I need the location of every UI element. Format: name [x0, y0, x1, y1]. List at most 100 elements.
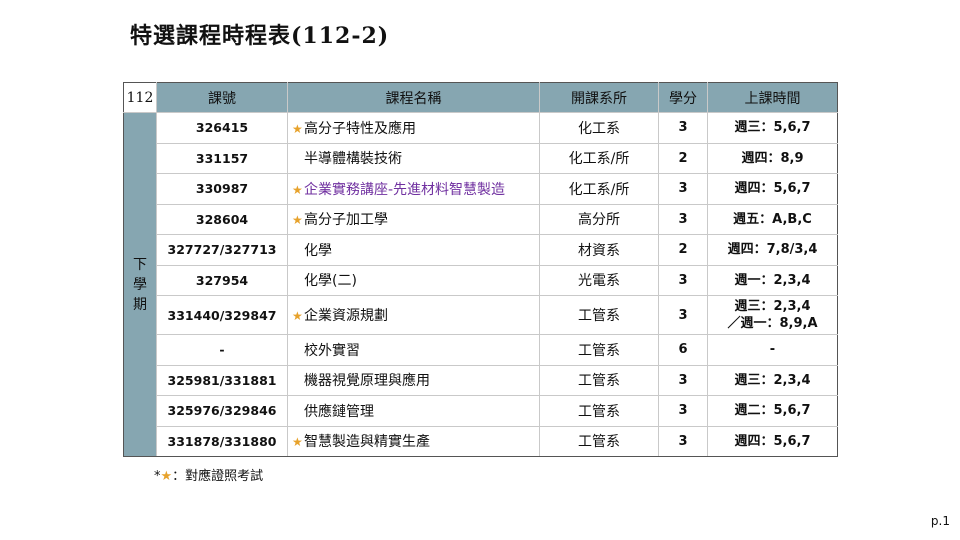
- class-time: 週三：2,3,4: [707, 364, 838, 396]
- course-credits: 2: [658, 234, 708, 266]
- table-row: 325976/329846★供應鏈管理工管系3 週二：5,6,7: [124, 395, 838, 427]
- course-department: 工管系: [539, 334, 659, 366]
- course-name: 化學(二): [304, 273, 357, 290]
- note-text: ：對應證照考試: [172, 469, 264, 484]
- class-time: 週三：5,6,7: [707, 112, 838, 144]
- table-row: 下學期 326415 ★高分子特性及應用 化工系 3 週三：5,6,7: [123, 112, 838, 457]
- course-credits: 3: [658, 364, 708, 396]
- star-icon: ★: [160, 469, 173, 484]
- page-title: 特選課程時程表(112-2): [130, 23, 390, 49]
- header-department: 開課系所: [539, 82, 659, 113]
- course-credits: 3: [658, 425, 708, 457]
- table-row: -★校外實習工管系6-: [124, 334, 838, 366]
- course-name: 供應鏈管理: [304, 403, 374, 420]
- class-time-line: 週一：2,3,4: [734, 272, 811, 288]
- course-credits: 6: [658, 334, 708, 366]
- course-department: 工管系: [539, 425, 659, 457]
- class-time-line: 週四：8,9: [741, 150, 804, 166]
- course-credits: 3: [658, 173, 708, 205]
- course-name: 化學: [304, 242, 332, 259]
- course-department: 工管系: [539, 364, 659, 396]
- course-code: -: [156, 334, 288, 366]
- course-code: 325981/331881: [156, 364, 288, 396]
- course-code: 330987: [156, 173, 288, 205]
- class-time-line: 週四：5,6,7: [734, 181, 811, 197]
- course-name-cell: ★企業實務講座-先進材料智慧製造: [287, 173, 540, 205]
- course-code: 326415: [156, 112, 288, 144]
- course-name: 機器視覺原理與應用: [304, 373, 430, 390]
- course-name: 企業資源規劃: [304, 308, 388, 324]
- star-icon: ★: [292, 213, 303, 228]
- term-label-char: 下: [133, 256, 147, 273]
- class-time-line: 週三：2,3,4: [734, 299, 811, 314]
- course-name: 高分子特性及應用: [304, 120, 416, 137]
- course-name-cell: ★企業資源規劃: [287, 295, 540, 335]
- course-name-cell: ★高分子特性及應用: [287, 112, 540, 144]
- course-code: 331157: [156, 142, 288, 174]
- course-name: 企業實務講座-先進材料智慧製造: [304, 181, 506, 198]
- term-label-char: 期: [133, 296, 147, 313]
- course-code: 327954: [156, 264, 288, 296]
- year-header: 112: [123, 82, 157, 113]
- course-name-cell: ★供應鏈管理: [287, 395, 540, 427]
- class-time-line: 週五：A,B,C: [733, 211, 812, 227]
- class-time-line: 週三：5,6,7: [734, 120, 811, 136]
- header-credits: 學分: [658, 82, 708, 113]
- course-code: 331440/329847: [156, 295, 288, 335]
- class-time: 週一：2,3,4: [707, 264, 838, 296]
- course-name: 半導體構裝技術: [304, 151, 402, 168]
- course-name-cell: ★高分子加工學: [287, 203, 540, 235]
- course-name: 校外實習: [304, 342, 360, 359]
- header-course-name: 課程名稱: [287, 82, 540, 113]
- table-row: 325981/331881★機器視覺原理與應用工管系3 週三：2,3,4: [124, 364, 838, 396]
- course-name-cell: ★化學(二): [287, 264, 540, 296]
- table-header-row: 112 課號 課程名稱 開課系所 學分 上課時間: [123, 82, 838, 113]
- class-time: 週四：5,6,7: [707, 173, 838, 205]
- header-course-code: 課號: [156, 82, 288, 113]
- course-name-cell: ★半導體構裝技術: [287, 142, 540, 174]
- class-time-line: -: [769, 342, 776, 358]
- star-icon: ★: [292, 121, 303, 136]
- course-department: 化工系/所: [539, 173, 659, 205]
- course-name: 智慧製造與精實生產: [304, 434, 430, 451]
- class-time: 週五：A,B,C: [707, 203, 838, 235]
- course-schedule-table: 112 課號 課程名稱 開課系所 學分 上課時間 下學期 326415 ★高分子特性…: [123, 82, 838, 457]
- header-class-time: 上課時間: [707, 82, 838, 113]
- course-department: 高分所: [539, 203, 659, 235]
- class-time-line: 週二：5,6,7: [734, 403, 811, 419]
- table-row: 330987 ★企業實務講座-先進材料智慧製造 化工系/所 3 週四：5,6,7: [124, 173, 838, 205]
- course-name-cell: ★機器視覺原理與應用: [287, 364, 540, 396]
- legend-note: *★：對應證照考試: [154, 465, 263, 484]
- table-row: 331878/331880 ★智慧製造與精實生產 工管系 3 週四：5,6,7: [124, 425, 838, 457]
- course-name-cell: ★智慧製造與精實生產: [287, 425, 540, 457]
- star-icon: ★: [292, 309, 303, 323]
- star-icon: ★: [292, 435, 303, 450]
- class-time: -: [707, 334, 838, 366]
- course-department: 工管系: [539, 395, 659, 427]
- page-number: p.1: [930, 514, 950, 528]
- class-time: 週四：5,6,7: [707, 425, 838, 457]
- course-code: 328604: [156, 203, 288, 235]
- course-credits: 2: [658, 142, 708, 174]
- class-time-line: 週三：2,3,4: [734, 372, 811, 388]
- course-department: 工管系: [539, 295, 659, 335]
- course-credits: 3: [658, 264, 708, 296]
- class-time: 週三：2,3,4 ／週一：8,9,A: [707, 295, 838, 335]
- course-department: 材資系: [539, 234, 659, 266]
- course-code: 327727/327713: [156, 234, 288, 266]
- course-department: 光電系: [539, 264, 659, 296]
- class-time: 週二：5,6,7: [707, 395, 838, 427]
- term-label: 下學期: [123, 112, 157, 457]
- table-row: 331440/329847 ★企業資源規劃 工管系 3 週三：2,3,4 ／週一：8,9,…: [124, 295, 838, 335]
- class-time: 週四：8,9: [707, 142, 838, 174]
- course-credits: 3: [658, 203, 708, 235]
- course-code: 325976/329846: [156, 395, 288, 427]
- table-row: 328604 ★高分子加工學 高分所 3 週五：A,B,C: [124, 203, 838, 235]
- class-time-line: ／週一：8,9,A: [727, 316, 818, 331]
- star-icon: ★: [292, 182, 303, 197]
- class-time-line: 週四：7,8/3,4: [727, 242, 818, 258]
- class-time-line: 週四：5,6,7: [734, 433, 811, 449]
- class-time: 週四：7,8/3,4: [707, 234, 838, 266]
- table-row: 331157★半導體構裝技術化工系/所2 週四：8,9: [124, 142, 838, 174]
- table-row: 327727/327713★化學材資系2 週四：7,8/3,4: [124, 234, 838, 266]
